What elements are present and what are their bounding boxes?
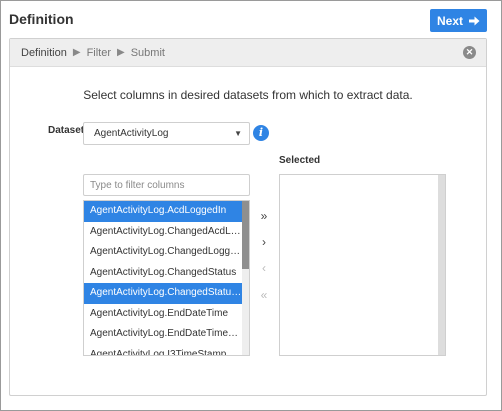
next-button[interactable]: Next <box>430 9 487 32</box>
page-title: Definition <box>9 11 74 27</box>
list-item[interactable]: AgentActivityLog.ChangedAcdL… <box>84 222 243 243</box>
next-button-label: Next <box>436 13 463 28</box>
breadcrumb-submit[interactable]: Submit <box>131 47 165 59</box>
list-item[interactable]: AgentActivityLog.EndDateTime <box>84 304 243 325</box>
available-columns-list[interactable]: AgentActivityLog.AcdLoggedIn AgentActivit… <box>83 200 250 356</box>
window-frame: Definition Next Definition ▶ Filter ▶ Su… <box>0 0 502 411</box>
scrollbar-thumb[interactable] <box>242 201 249 269</box>
move-all-right-icon[interactable]: » <box>258 209 270 223</box>
selected-label: Selected <box>279 155 321 166</box>
wizard-panel: Definition ▶ Filter ▶ Submit ✕ Select co… <box>9 38 487 396</box>
breadcrumb: Definition ▶ Filter ▶ Submit ✕ <box>10 39 486 67</box>
list-item[interactable]: AgentActivityLog.EndDateTime… <box>84 324 243 345</box>
move-all-left-icon[interactable]: « <box>258 288 270 302</box>
scrollbar[interactable] <box>438 175 445 355</box>
list-item[interactable]: AgentActivityLog.ChangedStatus <box>84 263 243 284</box>
list-item[interactable]: AgentActivityLog.ChangedLogg… <box>84 242 243 263</box>
list-item[interactable]: AgentActivityLog.ChangedStatu… <box>84 283 243 304</box>
header: Definition Next <box>1 1 501 37</box>
chevron-right-icon: ▶ <box>117 47 125 58</box>
arrow-right-icon <box>469 16 480 26</box>
chevron-down-icon: ▼ <box>234 129 242 138</box>
list-item[interactable]: AgentActivityLog.AcdLoggedIn <box>84 201 243 222</box>
list-item[interactable]: AgentActivityLog.I3TimeStamp… <box>84 345 243 356</box>
filter-columns-input[interactable] <box>83 174 250 196</box>
scrollbar[interactable] <box>242 201 249 355</box>
selected-columns-list[interactable] <box>279 174 446 356</box>
breadcrumb-definition[interactable]: Definition <box>21 47 67 59</box>
chevron-right-icon: ▶ <box>72 47 81 58</box>
move-left-icon[interactable]: ‹ <box>258 261 270 275</box>
dataset-select[interactable]: AgentActivityLog ▼ <box>83 122 250 145</box>
move-right-icon[interactable]: › <box>258 235 270 249</box>
breadcrumb-filter[interactable]: Filter <box>87 47 111 59</box>
dataset-label: Dataset <box>48 125 85 136</box>
dataset-select-value: AgentActivityLog <box>94 128 169 139</box>
close-icon[interactable]: ✕ <box>463 46 476 59</box>
instruction-text: Select columns in desired datasets from … <box>83 88 413 102</box>
info-icon[interactable]: i <box>253 125 269 141</box>
